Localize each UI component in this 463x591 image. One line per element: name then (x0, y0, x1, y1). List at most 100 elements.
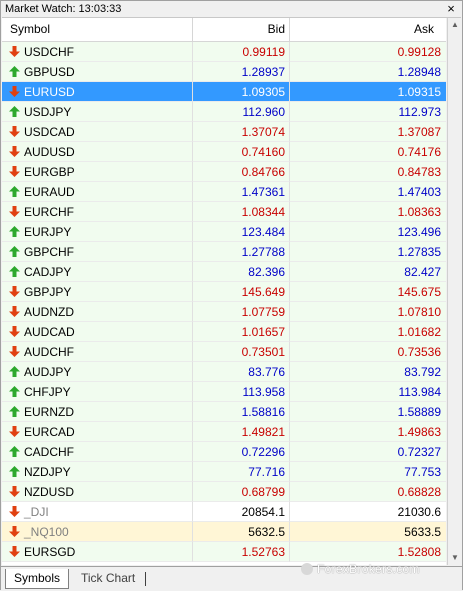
symbol-label: USDJPY (24, 105, 72, 119)
table-row[interactable]: EURNZD 1.58816 1.58889 (2, 402, 446, 422)
table-row[interactable]: EURUSD 1.09305 1.09315 (2, 82, 446, 102)
table-row[interactable]: USDCAD 1.37074 1.37087 (2, 122, 446, 142)
column-header-symbol[interactable]: Symbol (2, 18, 193, 41)
symbol-label: CADJPY (24, 265, 72, 279)
symbol-label: AUDCAD (24, 325, 75, 339)
ask-cell: 1.07810 (290, 302, 446, 322)
tab-tick-chart[interactable]: Tick Chart (73, 569, 143, 588)
ask-cell: 145.675 (290, 282, 446, 302)
column-header-bid[interactable]: Bid (193, 18, 290, 41)
table-row[interactable]: EURAUD 1.47361 1.47403 (2, 182, 446, 202)
symbol-label: EURNZD (24, 405, 74, 419)
bid-cell: 113.958 (193, 382, 290, 402)
symbol-cell: EURAUD (2, 182, 193, 202)
red-down-arrow-icon (9, 166, 20, 177)
bid-cell: 1.07759 (193, 302, 290, 322)
table-row[interactable]: NZDUSD 0.68799 0.68828 (2, 482, 446, 502)
watermark: ForexBrokers.com (301, 562, 420, 576)
watermark-logo-icon (301, 563, 313, 575)
ask-cell: 21030.6 (290, 502, 446, 522)
market-watch-window: Market Watch: 13:03:33 × Symbol Bid Ask … (0, 0, 463, 591)
red-down-arrow-icon (9, 286, 20, 297)
bid-cell: 0.68799 (193, 482, 290, 502)
bid-cell: 1.49821 (193, 422, 290, 442)
bid-cell: 1.28937 (193, 62, 290, 82)
symbol-label: GBPCHF (24, 245, 75, 259)
green-up-arrow-icon (9, 366, 20, 377)
bid-cell: 112.960 (193, 102, 290, 122)
red-down-arrow-icon (9, 526, 20, 537)
window-title: Market Watch: 13:03:33 (5, 3, 122, 15)
bid-cell: 1.52763 (193, 542, 290, 562)
red-down-arrow-icon (9, 146, 20, 157)
bid-cell: 1.47361 (193, 182, 290, 202)
table-row[interactable]: USDCHF 0.99119 0.99128 (2, 42, 446, 62)
table-row[interactable]: USDJPY 112.960 112.973 (2, 102, 446, 122)
red-down-arrow-icon (9, 126, 20, 137)
symbol-cell: EURNZD (2, 402, 193, 422)
symbol-cell: USDJPY (2, 102, 193, 122)
column-header-ask[interactable]: Ask (290, 18, 446, 41)
table-row[interactable]: EURSGD 1.52763 1.52808 (2, 542, 446, 562)
symbol-label: AUDNZD (24, 305, 74, 319)
table-row[interactable]: EURCAD 1.49821 1.49863 (2, 422, 446, 442)
scroll-down-icon[interactable]: ▼ (448, 551, 462, 565)
table-row[interactable]: NZDJPY 77.716 77.753 (2, 462, 446, 482)
bid-cell: 77.716 (193, 462, 290, 482)
symbol-cell: _NQ100 (2, 522, 193, 542)
symbol-label: GBPUSD (24, 65, 75, 79)
table-row[interactable]: CADJPY 82.396 82.427 (2, 262, 446, 282)
symbol-label: NZDJPY (24, 465, 71, 479)
green-up-arrow-icon (9, 466, 20, 477)
green-up-arrow-icon (9, 266, 20, 277)
symbol-cell: USDCAD (2, 122, 193, 142)
vertical-scrollbar[interactable]: ▲ ▼ (447, 18, 462, 565)
symbol-label: EURAUD (24, 185, 75, 199)
green-up-arrow-icon (9, 106, 20, 117)
close-icon[interactable]: × (444, 2, 458, 16)
table-row[interactable]: AUDNZD 1.07759 1.07810 (2, 302, 446, 322)
red-down-arrow-icon (9, 506, 20, 517)
ask-cell: 1.27835 (290, 242, 446, 262)
table-row[interactable]: GBPJPY 145.649 145.675 (2, 282, 446, 302)
green-up-arrow-icon (9, 386, 20, 397)
ask-cell: 1.58889 (290, 402, 446, 422)
tab-symbols[interactable]: Symbols (5, 569, 70, 589)
ask-cell: 0.99128 (290, 42, 446, 62)
table-row[interactable]: CADCHF 0.72296 0.72327 (2, 442, 446, 462)
table-row[interactable]: AUDCAD 1.01657 1.01682 (2, 322, 446, 342)
symbol-cell: AUDUSD (2, 142, 193, 162)
symbol-label: EURUSD (24, 85, 75, 99)
bid-cell: 1.08344 (193, 202, 290, 222)
symbol-cell: AUDCHF (2, 342, 193, 362)
title-bar[interactable]: Market Watch: 13:03:33 × (2, 2, 461, 18)
table-row[interactable]: GBPUSD 1.28937 1.28948 (2, 62, 446, 82)
table-row[interactable]: EURCHF 1.08344 1.08363 (2, 202, 446, 222)
table-row[interactable]: EURGBP 0.84766 0.84783 (2, 162, 446, 182)
symbol-cell: CADCHF (2, 442, 193, 462)
table-row[interactable]: EURJPY 123.484 123.496 (2, 222, 446, 242)
red-down-arrow-icon (9, 326, 20, 337)
green-up-arrow-icon (9, 246, 20, 257)
symbol-cell: EURJPY (2, 222, 193, 242)
table-row[interactable]: GBPCHF 1.27788 1.27835 (2, 242, 446, 262)
table-row[interactable]: AUDCHF 0.73501 0.73536 (2, 342, 446, 362)
symbol-cell: AUDCAD (2, 322, 193, 342)
symbol-label: USDCAD (24, 125, 75, 139)
red-down-arrow-icon (9, 206, 20, 217)
table-row[interactable]: AUDUSD 0.74160 0.74176 (2, 142, 446, 162)
table-row[interactable]: CHFJPY 113.958 113.984 (2, 382, 446, 402)
bid-cell: 145.649 (193, 282, 290, 302)
table-row[interactable]: AUDJPY 83.776 83.792 (2, 362, 446, 382)
symbol-cell: NZDUSD (2, 482, 193, 502)
symbol-label: _DJI (24, 505, 49, 519)
table-row[interactable]: _NQ100 5632.5 5633.5 (2, 522, 446, 542)
table-row[interactable]: _DJI 20854.1 21030.6 (2, 502, 446, 522)
red-down-arrow-icon (9, 426, 20, 437)
scroll-up-icon[interactable]: ▲ (448, 18, 462, 32)
symbol-label: EURJPY (24, 225, 72, 239)
ask-cell: 0.74176 (290, 142, 446, 162)
symbol-cell: EURCHF (2, 202, 193, 222)
table-body: USDCHF 0.99119 0.99128 GBPUSD 1.28937 1.28948… (2, 42, 446, 562)
ask-cell: 82.427 (290, 262, 446, 282)
